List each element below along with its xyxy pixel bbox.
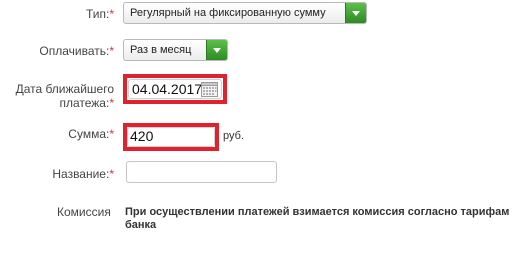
date-label: Дата ближайшего платежа:* (15, 82, 114, 110)
commission-label: Комиссия (57, 205, 111, 219)
calendar-icon[interactable] (201, 82, 218, 100)
amount-label: Сумма:* (68, 127, 114, 141)
name-field[interactable] (126, 161, 277, 183)
type-select-value: Регулярный на фиксированную сумму (130, 7, 326, 19)
name-label: Название:* (52, 167, 114, 181)
commission-text: При осуществлении платежей взимается ком… (125, 206, 510, 231)
pay-label: Оплачивать:* (39, 44, 114, 58)
pay-frequency-select[interactable]: Раз в месяц (123, 39, 228, 61)
currency-unit: руб. (223, 130, 244, 142)
chevron-down-icon[interactable] (206, 40, 227, 60)
pay-select-value: Раз в месяц (130, 44, 192, 56)
type-label: Тип:* (85, 7, 114, 21)
amount-value: 420 (130, 128, 154, 144)
chevron-down-icon[interactable] (345, 3, 366, 23)
date-value: 04.04.2017 (132, 81, 203, 97)
type-select[interactable]: Регулярный на фиксированную сумму (123, 2, 367, 24)
